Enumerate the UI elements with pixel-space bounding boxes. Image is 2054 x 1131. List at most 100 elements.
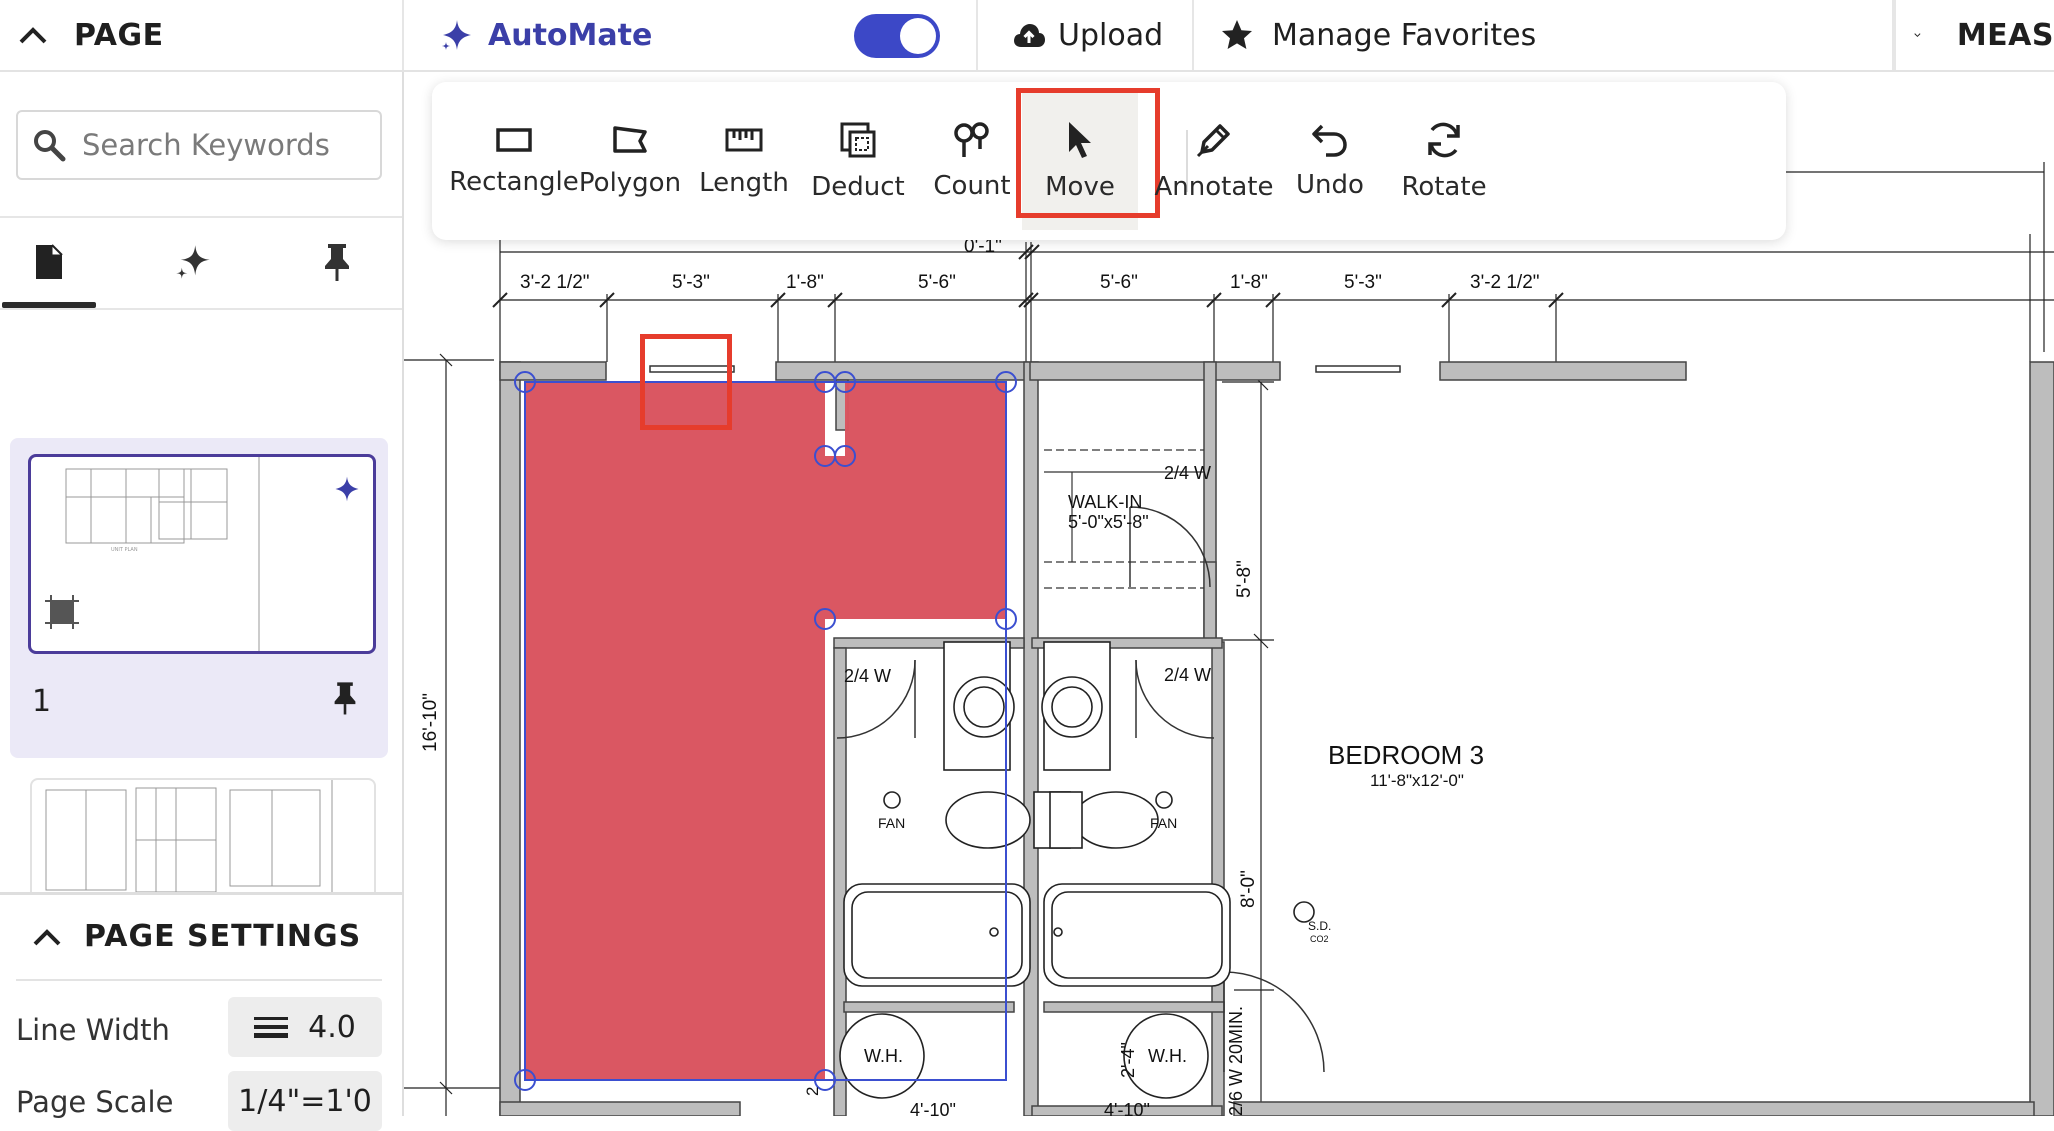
line-width-control[interactable]: 4.0 — [228, 997, 382, 1057]
line-width-icon — [254, 1017, 289, 1038]
tool-label: Rotate — [1401, 172, 1487, 202]
walkin-size: 5'-0"x5'-8" — [1068, 512, 1149, 532]
ruler-icon — [725, 128, 763, 152]
dim-top-3: 1'-8" — [786, 272, 824, 293]
door-label-2: 2/4 W — [844, 666, 891, 686]
search-box — [16, 110, 382, 180]
dim-5-8: 5'-8" — [1234, 560, 1255, 598]
page-settings-panel: PAGE SETTINGS Line Width 4.0 Page Scale … — [0, 892, 402, 1131]
bedroom-size: 11'-8"x12'-0" — [1370, 771, 1464, 790]
sidebar-tabs — [0, 216, 402, 310]
star-icon — [1222, 20, 1252, 49]
tab-pages[interactable] — [2, 218, 96, 308]
left-sidebar: UNIT PLAN 1 PAGE SETTINGS — [0, 72, 404, 1131]
page-panel-label: PAGE — [74, 17, 164, 53]
dim-4-10b: 4'-10" — [1104, 1100, 1150, 1116]
page-scale-label: Page Scale — [16, 1085, 174, 1119]
tool-label: Polygon — [578, 168, 682, 198]
wh-label-2: W.H. — [1148, 1046, 1187, 1066]
crop-icon — [45, 595, 79, 629]
chevron-up-icon — [19, 27, 47, 44]
polygon-icon — [613, 126, 647, 153]
page-scale-value: 1/4"=1'0 — [238, 1083, 372, 1119]
tool-label: Rectangle — [449, 167, 579, 197]
chevron-down-icon — [1914, 33, 1921, 38]
page-settings-title: PAGE SETTINGS — [84, 919, 362, 954]
dim-top-9: 3'-2 1/2" — [1470, 272, 1540, 293]
fan-label-2: FAN — [1150, 815, 1177, 831]
tool-move[interactable]: Move — [1016, 88, 1160, 230]
search-input[interactable] — [80, 127, 374, 163]
dim-left: 16'-10" — [420, 693, 441, 752]
cursor-icon — [1069, 122, 1091, 158]
tool-label: Annotate — [1154, 172, 1274, 202]
dim-top-8: 5'-3" — [1344, 272, 1382, 293]
rotate-icon — [1428, 122, 1460, 158]
search-icon — [34, 130, 66, 162]
divider — [16, 979, 382, 981]
plan-thumbnail: UNIT PLAN — [65, 457, 260, 651]
door-label-1: 2/4 W — [1164, 463, 1211, 483]
tab-automate[interactable] — [146, 218, 240, 306]
count-icon — [954, 122, 989, 157]
wh-label-1: W.H. — [864, 1046, 903, 1066]
measure-panel-toggle[interactable]: MEAS — [1894, 0, 2054, 70]
dim-2-4: 2'-4" — [1118, 1042, 1138, 1078]
pencil-icon — [1196, 124, 1230, 158]
pin-icon — [325, 244, 349, 281]
cloud-upload-icon — [1014, 24, 1045, 47]
favorites-label: Manage Favorites — [1272, 17, 1537, 53]
page-panel-toggle[interactable]: PAGE — [0, 0, 404, 70]
automate-toggle[interactable] — [854, 14, 940, 58]
top-bar: PAGE AutoMate Upload Manage Favorites ME… — [0, 0, 2054, 72]
line-width-label: Line Width — [16, 1013, 170, 1047]
page-thumbnails: UNIT PLAN 1 — [0, 308, 402, 892]
bedroom-title: BEDROOM 3 — [1328, 740, 1484, 770]
dim-door: 2/6 W 20MIN. — [1226, 1006, 1246, 1116]
dim-top-7: 1'-8" — [1230, 272, 1268, 293]
page-scale-control[interactable]: 1/4"=1'0 — [228, 1071, 382, 1131]
tool-label: Count — [933, 171, 1011, 201]
dim-2: 2 — [803, 1087, 822, 1096]
sparkle-icon — [335, 476, 359, 502]
pin-icon[interactable] — [332, 680, 358, 716]
tool-label: Undo — [1296, 170, 1364, 200]
sparkle-icon — [176, 245, 210, 279]
walkin-title: WALK-IN — [1068, 492, 1142, 512]
pages-icon — [36, 244, 63, 279]
automate-label: AutoMate — [488, 17, 653, 53]
dim-4-10: 4'-10" — [910, 1100, 956, 1116]
tool-label: Move — [1045, 172, 1115, 202]
deduct-icon — [840, 122, 876, 158]
svg-text:UNIT PLAN: UNIT PLAN — [111, 547, 138, 553]
dim-top-2: 5'-3" — [672, 272, 710, 293]
page-number: 1 — [32, 684, 52, 719]
dim-8-0: 8'-0" — [1238, 870, 1259, 908]
co2-label: CO2 — [1310, 934, 1329, 944]
toggle-knob — [900, 18, 936, 54]
manage-favorites-button[interactable]: Manage Favorites — [1194, 0, 1894, 70]
tab-pinned[interactable] — [290, 218, 384, 306]
page-preview: UNIT PLAN — [28, 454, 376, 654]
door-label-3: 2/4 W — [1164, 665, 1211, 685]
undo-icon — [1312, 124, 1347, 157]
automate-section: AutoMate — [404, 0, 978, 70]
tool-label: Length — [699, 168, 789, 198]
upload-button[interactable]: Upload — [978, 0, 1194, 70]
tool-rotate[interactable]: Rotate — [1376, 92, 1512, 230]
tool-label: Deduct — [811, 172, 905, 202]
fan-label-1: FAN — [878, 815, 905, 831]
page-thumbnail-1[interactable]: UNIT PLAN 1 — [10, 438, 388, 758]
chevron-up-icon — [33, 928, 61, 945]
upload-label: Upload — [1058, 17, 1164, 53]
sparkle-icon — [442, 20, 471, 50]
corner-highlight — [640, 334, 732, 430]
page-thumbnail-2[interactable] — [30, 778, 376, 892]
dim-top-6: 5'-6" — [1100, 272, 1138, 293]
plan-thumbnail — [45, 780, 333, 892]
drawing-toolbar: Rectangle Polygon Length Deduct Count Mo… — [432, 82, 1786, 240]
dim-top-4: 5'-6" — [918, 272, 956, 293]
page-settings-toggle[interactable]: PAGE SETTINGS — [32, 919, 361, 954]
rectangle-icon — [496, 128, 532, 152]
dim-top-1: 3'-2 1/2" — [520, 272, 590, 293]
